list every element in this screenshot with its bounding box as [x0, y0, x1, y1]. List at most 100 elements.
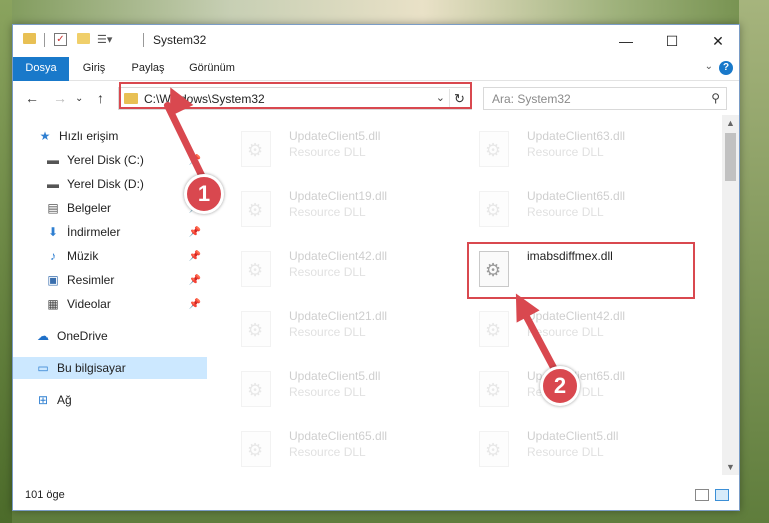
download-icon: ⬇	[47, 225, 59, 239]
file-item[interactable]: ⚙ UpdateClient19.dll Resource DLL	[231, 185, 451, 233]
tab-home[interactable]: Giriş	[73, 57, 115, 80]
pin-icon: 📌	[188, 226, 201, 238]
dll-file-icon: ⚙	[479, 371, 509, 407]
tab-view[interactable]: Görünüm	[183, 57, 241, 80]
file-type: Resource DLL	[527, 205, 604, 219]
nav-local-disk-d[interactable]: ▬ Yerel Disk (D:)	[13, 173, 207, 195]
file-item[interactable]: ⚙ UpdateClient42.dll Resource DLL	[469, 305, 689, 353]
nav-downloads[interactable]: ⬇ İndirmeler 📌	[13, 221, 207, 243]
maximize-button[interactable]: ☐	[649, 25, 695, 57]
file-type: Resource DLL	[289, 385, 366, 399]
quick-access-customize-icon[interactable]: ☰▾	[97, 33, 112, 49]
vertical-scrollbar[interactable]: ▲ ▼	[722, 115, 739, 475]
desktop-background-right	[739, 0, 769, 523]
cloud-icon: ☁	[37, 329, 49, 343]
nav-onedrive[interactable]: ☁ OneDrive	[13, 325, 207, 347]
file-item[interactable]: ⚙ UpdateClient65.dll Resource DLL	[231, 425, 451, 473]
close-button[interactable]: ✕	[695, 25, 741, 57]
back-button[interactable]: ←	[25, 90, 39, 106]
star-icon: ★	[39, 129, 51, 143]
network-icon: ⊞	[37, 393, 49, 407]
pin-icon: 📌	[188, 250, 201, 262]
search-icon: ⚲	[711, 91, 720, 105]
tiles-view-icon[interactable]	[715, 489, 729, 501]
dll-file-icon: ⚙	[241, 371, 271, 407]
file-name: UpdateClient63.dll	[527, 129, 626, 143]
recent-locations-icon[interactable]: ⌄	[75, 93, 83, 104]
file-type: Resource DLL	[289, 265, 366, 279]
file-name: UpdateClient65.dll	[289, 429, 388, 443]
tab-share[interactable]: Paylaş	[125, 57, 171, 80]
picture-icon: ▣	[47, 273, 59, 287]
file-highlight	[467, 242, 695, 299]
scroll-down-icon[interactable]: ▼	[722, 459, 739, 475]
scroll-thumb[interactable]	[725, 133, 736, 181]
file-item[interactable]: ⚙ UpdateClient5.dll Resource DLL	[231, 125, 451, 173]
minimize-button[interactable]: —	[603, 25, 649, 57]
details-view-icon[interactable]	[695, 489, 709, 501]
nav-videos[interactable]: ▦ Videolar 📌	[13, 293, 207, 315]
help-icon[interactable]: ?	[719, 61, 733, 75]
file-name: UpdateClient21.dll	[289, 309, 388, 323]
dll-file-icon: ⚙	[479, 431, 509, 467]
file-type: Resource DLL	[289, 145, 366, 159]
new-folder-icon[interactable]	[77, 33, 90, 44]
item-count: 101 öge	[25, 489, 65, 501]
file-item[interactable]: ⚙ UpdateClient5.dll Resource DLL	[231, 365, 451, 413]
nav-music[interactable]: ♪ Müzik 📌	[13, 245, 207, 267]
document-icon: ▤	[47, 201, 59, 215]
file-name: UpdateClient42.dll	[527, 309, 626, 323]
nav-pictures[interactable]: ▣ Resimler 📌	[13, 269, 207, 291]
nav-label: Yerel Disk (D:)	[67, 177, 144, 191]
dll-file-icon: ⚙	[479, 311, 509, 347]
nav-label: Müzik	[67, 249, 99, 263]
nav-documents[interactable]: ▤ Belgeler 📌	[13, 197, 207, 219]
file-type: Resource DLL	[289, 205, 366, 219]
nav-label: Belgeler	[67, 201, 112, 215]
step-1-badge: 1	[184, 174, 224, 214]
nav-label: İndirmeler	[67, 225, 121, 239]
nav-local-disk-c[interactable]: ▬ Yerel Disk (C:) 📌	[13, 149, 207, 171]
toolbar-divider	[44, 33, 45, 47]
file-item[interactable]: ⚙ UpdateClient5.dll Resource DLL	[469, 425, 689, 473]
pin-icon: 📌	[188, 274, 201, 286]
nav-network[interactable]: ⊞ Ağ	[13, 389, 207, 411]
file-item[interactable]: ⚙ UpdateClient65.dll Resource DLL	[469, 185, 689, 233]
file-item[interactable]: ⚙ UpdateClient42.dll Resource DLL	[231, 245, 451, 293]
file-name: UpdateClient42.dll	[289, 249, 388, 263]
explorer-window: ✓ ☰▾ System32 — ☐ ✕ Dosya Giriş Paylaş G…	[12, 24, 740, 511]
drive-icon: ▬	[47, 153, 59, 167]
window-title: System32	[153, 33, 207, 47]
search-input[interactable]: Ara: System32 ⚲	[483, 87, 727, 110]
navigation-pane: ★ Hızlı erişim ▬ Yerel Disk (C:) 📌 ▬ Yer…	[13, 115, 207, 475]
dll-file-icon: ⚙	[241, 191, 271, 227]
dll-file-icon: ⚙	[479, 131, 509, 167]
dll-file-icon: ⚙	[479, 191, 509, 227]
properties-icon[interactable]: ✓	[54, 33, 67, 46]
nav-label: Bu bilgisayar	[57, 361, 126, 375]
file-name: UpdateClient5.dll	[289, 369, 381, 383]
nav-label: Resimler	[67, 273, 115, 287]
up-button[interactable]: ↑	[97, 90, 104, 106]
drive-icon: ▬	[47, 177, 59, 191]
nav-label: Videolar	[67, 297, 111, 311]
file-type: Resource DLL	[289, 445, 366, 459]
scroll-up-icon[interactable]: ▲	[722, 115, 739, 131]
status-bar: 101 öge	[13, 482, 739, 510]
file-item[interactable]: ⚙ UpdateClient63.dll Resource DLL	[469, 125, 689, 173]
step-2-badge: 2	[540, 366, 580, 406]
file-name: UpdateClient65.dll	[527, 189, 626, 203]
file-type: Resource DLL	[527, 445, 604, 459]
title-bar: ✓ ☰▾ System32 — ☐ ✕	[13, 25, 739, 57]
nav-label: OneDrive	[57, 329, 108, 343]
nav-label: Hızlı erişim	[59, 129, 119, 143]
dll-file-icon: ⚙	[241, 431, 271, 467]
folder-icon	[23, 33, 36, 44]
dll-file-icon: ⚙	[241, 311, 271, 347]
nav-this-pc[interactable]: ▭ Bu bilgisayar	[13, 357, 207, 379]
file-item[interactable]: ⚙ UpdateClient21.dll Resource DLL	[231, 305, 451, 353]
expand-ribbon-icon[interactable]: ⌄	[705, 61, 713, 72]
file-type: Resource DLL	[527, 145, 604, 159]
forward-button[interactable]: →	[53, 90, 67, 106]
toolbar-divider	[143, 33, 144, 47]
